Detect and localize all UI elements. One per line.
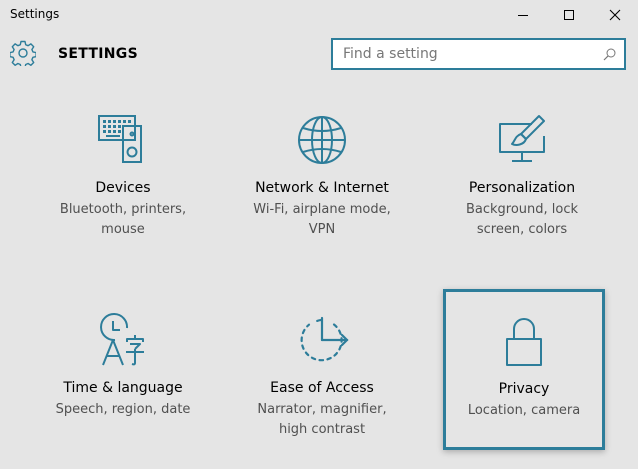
tile-description: Wi-Fi, airplane mode, VPN: [242, 200, 402, 240]
tile-description-line: Narrator, magnifier,: [257, 402, 387, 417]
gear-icon: [10, 40, 36, 66]
maximize-icon: [564, 10, 574, 20]
tile-description-line: mouse: [101, 222, 145, 237]
lock-icon: [506, 318, 542, 366]
tile-personalization[interactable]: Personalization Background, lock screen,…: [442, 88, 602, 246]
tile-label: Network & Internet: [255, 180, 389, 196]
settings-header: SETTINGS: [0, 30, 638, 80]
tile-label: Ease of Access: [270, 380, 374, 396]
minimize-icon: [518, 15, 528, 16]
minimize-button[interactable]: [500, 0, 546, 30]
tile-label: Devices: [95, 180, 151, 196]
tile-ease-of-access[interactable]: Ease of Access Narrator, magnifier, high…: [242, 288, 402, 446]
tile-label: Personalization: [468, 180, 576, 196]
maximize-button[interactable]: [546, 0, 592, 30]
tile-label: Time & language: [63, 380, 183, 396]
tile-description: Background, lock screen, colors: [442, 200, 602, 240]
search-box[interactable]: [331, 38, 626, 70]
tile-description: Narrator, magnifier, high contrast: [242, 400, 402, 440]
tile-network-internet[interactable]: Network & Internet Wi-Fi, airplane mode,…: [242, 88, 402, 246]
page-title: SETTINGS: [58, 46, 138, 62]
paintbrush-monitor-icon: [499, 115, 545, 162]
tile-description-line: screen, colors: [476, 222, 568, 237]
tile-description-line: high contrast: [278, 422, 366, 437]
title-bar[interactable]: Settings: [0, 0, 638, 30]
tile-description: Speech, region, date: [43, 400, 203, 420]
tile-label: Privacy: [498, 381, 550, 397]
tile-description-line: Speech, region, date: [55, 402, 191, 417]
tile-description-line: Bluetooth, printers,: [59, 202, 187, 217]
ease-of-access-icon: [300, 316, 349, 362]
tile-privacy[interactable]: Privacy Location, camera: [443, 289, 605, 450]
close-button[interactable]: [592, 0, 638, 30]
devices-icon: [98, 115, 142, 163]
tile-description: Bluetooth, printers, mouse: [43, 200, 203, 240]
tile-description-line: Background, lock: [465, 202, 579, 217]
globe-icon: [298, 116, 346, 164]
tile-time-language[interactable]: Time & language Speech, region, date: [43, 288, 203, 446]
search-icon[interactable]: [603, 48, 616, 61]
tile-description-line: Location, camera: [467, 403, 581, 418]
tile-description-line: Wi-Fi, airplane mode,: [253, 202, 391, 217]
tile-devices[interactable]: Devices Bluetooth, printers, mouse: [43, 88, 203, 246]
time-language-icon: [100, 313, 144, 366]
tile-description-line: VPN: [308, 222, 336, 237]
close-icon: [609, 9, 621, 21]
window-title: Settings: [10, 7, 60, 21]
search-input[interactable]: [333, 40, 593, 68]
tile-description: Location, camera: [446, 401, 602, 421]
